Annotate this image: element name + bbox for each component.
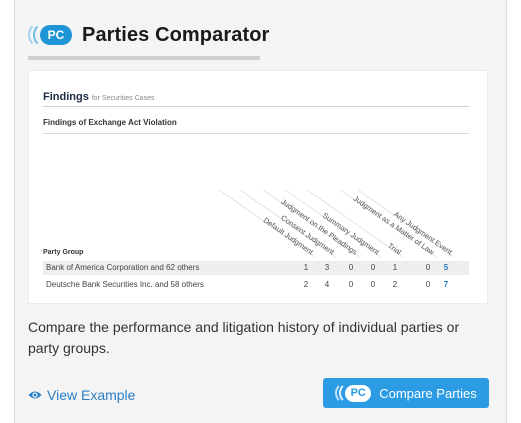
pc-badge-text: PC (345, 384, 372, 402)
pc-badge-text: PC (40, 25, 72, 45)
value-cell: 0 (425, 280, 431, 289)
card-description: Compare the performance and litigation h… (28, 319, 460, 356)
findings-preview-image[interactable]: Findings for Securities Cases Findings of… (28, 70, 488, 304)
column-header: Trial (386, 241, 403, 257)
pc-logo-icon: PC (28, 22, 74, 48)
view-example-label: View Example (47, 387, 136, 403)
view-example-link[interactable]: View Example (28, 387, 135, 403)
value-cell: 3 (324, 263, 330, 272)
card-title-row: PC Parties Comparator (28, 18, 269, 52)
card-title: Parties Comparator (82, 23, 270, 46)
compare-parties-button[interactable]: PC Compare Parties (323, 378, 489, 408)
value-cell: 1 (392, 263, 398, 272)
title-underline (28, 56, 260, 60)
value-cell: 2 (303, 280, 309, 289)
pc-logo-icon: PC (335, 382, 373, 404)
value-cell: 0 (370, 263, 376, 272)
party-group-label: Party Group (43, 249, 84, 256)
party-name: Deutsche Bank Securities Inc. and 58 oth… (46, 280, 204, 289)
compare-parties-label: Compare Parties (379, 385, 477, 401)
value-cell: 2 (392, 280, 398, 289)
value-cell: 4 (324, 280, 330, 289)
total-cell: 5 (443, 263, 449, 272)
party-name: Bank of America Corporation and 62 other… (46, 263, 200, 272)
value-cell: 0 (370, 280, 376, 289)
value-cell: 0 (348, 263, 354, 272)
total-cell: 7 (443, 280, 449, 289)
value-cell: 0 (348, 280, 354, 289)
eye-icon (28, 391, 42, 399)
table-row: Bank of America Corporation and 62 other… (43, 261, 469, 275)
value-cell: 0 (425, 263, 431, 272)
value-cell: 1 (303, 263, 309, 272)
table-row: Deutsche Bank Securities Inc. and 58 oth… (43, 278, 469, 292)
